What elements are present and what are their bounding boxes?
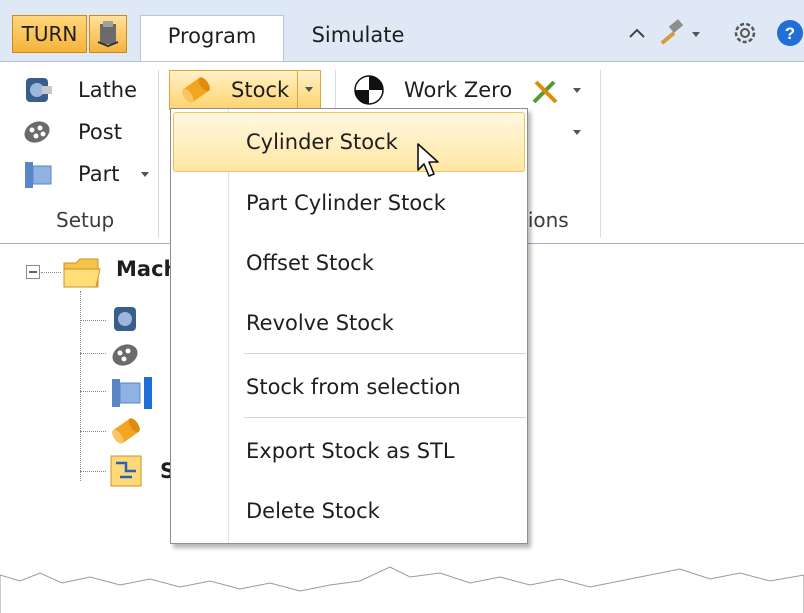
dropdown-arrow-icon[interactable] [686, 18, 706, 48]
tab-simulate[interactable]: Simulate [296, 15, 420, 62]
stock-dropdown-menu: Cylinder Stock Part Cylinder Stock Offse… [170, 108, 528, 544]
stock-label: Stock [231, 78, 290, 102]
torn-edge [0, 566, 804, 613]
hammer-icon[interactable] [656, 18, 686, 48]
work-zero-label: Work Zero [404, 78, 513, 102]
tools-dropdown-icon[interactable] [570, 72, 584, 108]
work-zero-button[interactable]: Work Zero [352, 72, 522, 108]
stock-dropdown-icon[interactable] [298, 71, 320, 109]
options-button[interactable] [530, 114, 590, 150]
menu-separator [244, 417, 526, 418]
collapse-icon[interactable] [26, 265, 40, 279]
part-button[interactable]: Part [20, 156, 150, 192]
menu-item-revolve-stock[interactable]: Revolve Stock [171, 293, 527, 353]
svg-text:?: ? [785, 24, 795, 43]
group-separator [158, 70, 159, 238]
help-icon[interactable]: ? [775, 18, 804, 48]
part-icon[interactable] [108, 375, 152, 411]
mouse-cursor-icon [417, 143, 439, 177]
stock-split-button[interactable]: Stock [169, 70, 321, 110]
tool-icon [97, 21, 119, 48]
stock-icon[interactable] [108, 413, 144, 449]
part-dropdown-icon[interactable] [138, 156, 152, 192]
lathe-icon [26, 78, 52, 102]
post-label: Post [78, 120, 122, 144]
ribbon-tab-strip: TURN Program Simulate ? [0, 0, 804, 62]
menu-item-offset-stock[interactable]: Offset Stock [171, 233, 527, 293]
part-icon [25, 162, 52, 188]
stock-icon [182, 77, 210, 103]
lathe-icon[interactable] [108, 301, 144, 337]
group-separator [600, 70, 601, 238]
turn-app-button[interactable]: TURN [12, 15, 87, 53]
gear-icon[interactable] [730, 18, 760, 48]
menu-item-export-stock-stl[interactable]: Export Stock as STL [171, 421, 527, 481]
work-zero-icon [354, 75, 384, 105]
tools-button[interactable] [530, 72, 590, 108]
post-icon [24, 121, 50, 143]
tab-program[interactable]: Program [140, 15, 284, 62]
part-label: Part [78, 162, 120, 186]
post-icon[interactable] [108, 337, 144, 373]
lathe-button[interactable]: Lathe [20, 72, 150, 108]
menu-item-part-cylinder-stock[interactable]: Part Cylinder Stock [171, 173, 527, 233]
lathe-label: Lathe [78, 78, 138, 102]
chevron-up-icon[interactable] [622, 18, 652, 48]
menu-item-stock-from-selection[interactable]: Stock from selection [171, 357, 527, 417]
menu-separator [244, 353, 526, 354]
machine-folder-icon [63, 258, 101, 288]
tools-icon [532, 80, 558, 104]
setup-group-label: Setup [56, 208, 115, 232]
operations-icon[interactable] [108, 453, 144, 489]
options-dropdown-icon[interactable] [570, 114, 584, 150]
menu-item-delete-stock[interactable]: Delete Stock [171, 481, 527, 541]
app-tools-button[interactable] [89, 15, 127, 53]
post-button[interactable]: Post [20, 114, 150, 150]
menu-item-cylinder-stock[interactable]: Cylinder Stock [173, 112, 525, 172]
